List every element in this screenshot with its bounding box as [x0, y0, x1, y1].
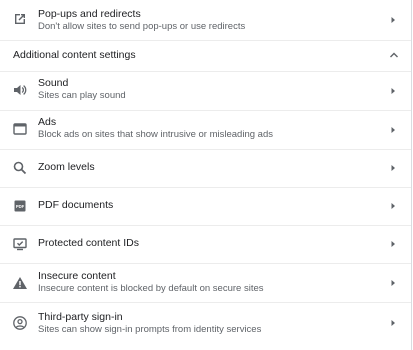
arrow-right-icon — [391, 280, 395, 286]
speaker-icon — [12, 82, 28, 98]
third-party-sign-in-row[interactable]: Third-party sign-in Sites can show sign-… — [0, 303, 411, 350]
insecure-content-row[interactable]: Insecure content Insecure content is blo… — [0, 264, 411, 303]
insecure-content-subtitle: Insecure content is blocked by default o… — [38, 283, 264, 294]
ads-subtitle: Block ads on sites that show intrusive o… — [38, 129, 273, 140]
third-party-sign-in-title: Third-party sign-in — [38, 311, 123, 323]
arrow-right-icon — [391, 88, 395, 94]
sound-subtitle: Sites can play sound — [38, 90, 126, 101]
arrow-right-icon — [391, 203, 395, 209]
popups-redirects-row[interactable]: Pop-ups and redirects Don't allow sites … — [0, 0, 411, 41]
protected-content-ids-title: Protected content IDs — [38, 237, 139, 249]
sound-row[interactable]: Sound Sites can play sound — [0, 72, 411, 111]
chevron-up-icon[interactable] — [389, 51, 399, 59]
additional-content-settings-header[interactable]: Additional content settings — [0, 40, 411, 72]
third-party-sign-in-subtitle: Sites can show sign-in prompts from iden… — [38, 324, 262, 335]
protected-content-ids-row[interactable]: Protected content IDs — [0, 226, 411, 264]
zoom-levels-row[interactable]: Zoom levels — [0, 150, 411, 188]
popups-subtitle: Don't allow sites to send pop-ups or use… — [38, 21, 246, 32]
ads-title: Ads — [38, 116, 57, 128]
protected-content-icon — [12, 236, 28, 252]
pdf-documents-row[interactable]: PDF PDF documents — [0, 188, 411, 226]
sound-title: Sound — [38, 77, 69, 89]
search-icon — [12, 160, 28, 176]
account-circle-icon — [12, 315, 28, 331]
pdf-icon: PDF — [12, 198, 28, 214]
pdf-documents-title: PDF documents — [38, 199, 114, 211]
warning-icon — [12, 275, 28, 291]
additional-content-settings-label: Additional content settings — [13, 49, 136, 61]
zoom-levels-title: Zoom levels — [38, 161, 95, 173]
window-icon — [12, 121, 28, 137]
arrow-right-icon — [391, 17, 395, 23]
open-in-new-icon — [12, 11, 28, 27]
content-settings-card: Pop-ups and redirects Don't allow sites … — [0, 0, 412, 350]
insecure-content-title: Insecure content — [38, 270, 116, 282]
svg-text:PDF: PDF — [16, 204, 25, 209]
arrow-right-icon — [391, 127, 395, 133]
arrow-right-icon — [391, 165, 395, 171]
popups-title: Pop-ups and redirects — [38, 8, 141, 20]
ads-row[interactable]: Ads Block ads on sites that show intrusi… — [0, 111, 411, 150]
arrow-right-icon — [391, 241, 395, 247]
arrow-right-icon — [391, 320, 395, 326]
